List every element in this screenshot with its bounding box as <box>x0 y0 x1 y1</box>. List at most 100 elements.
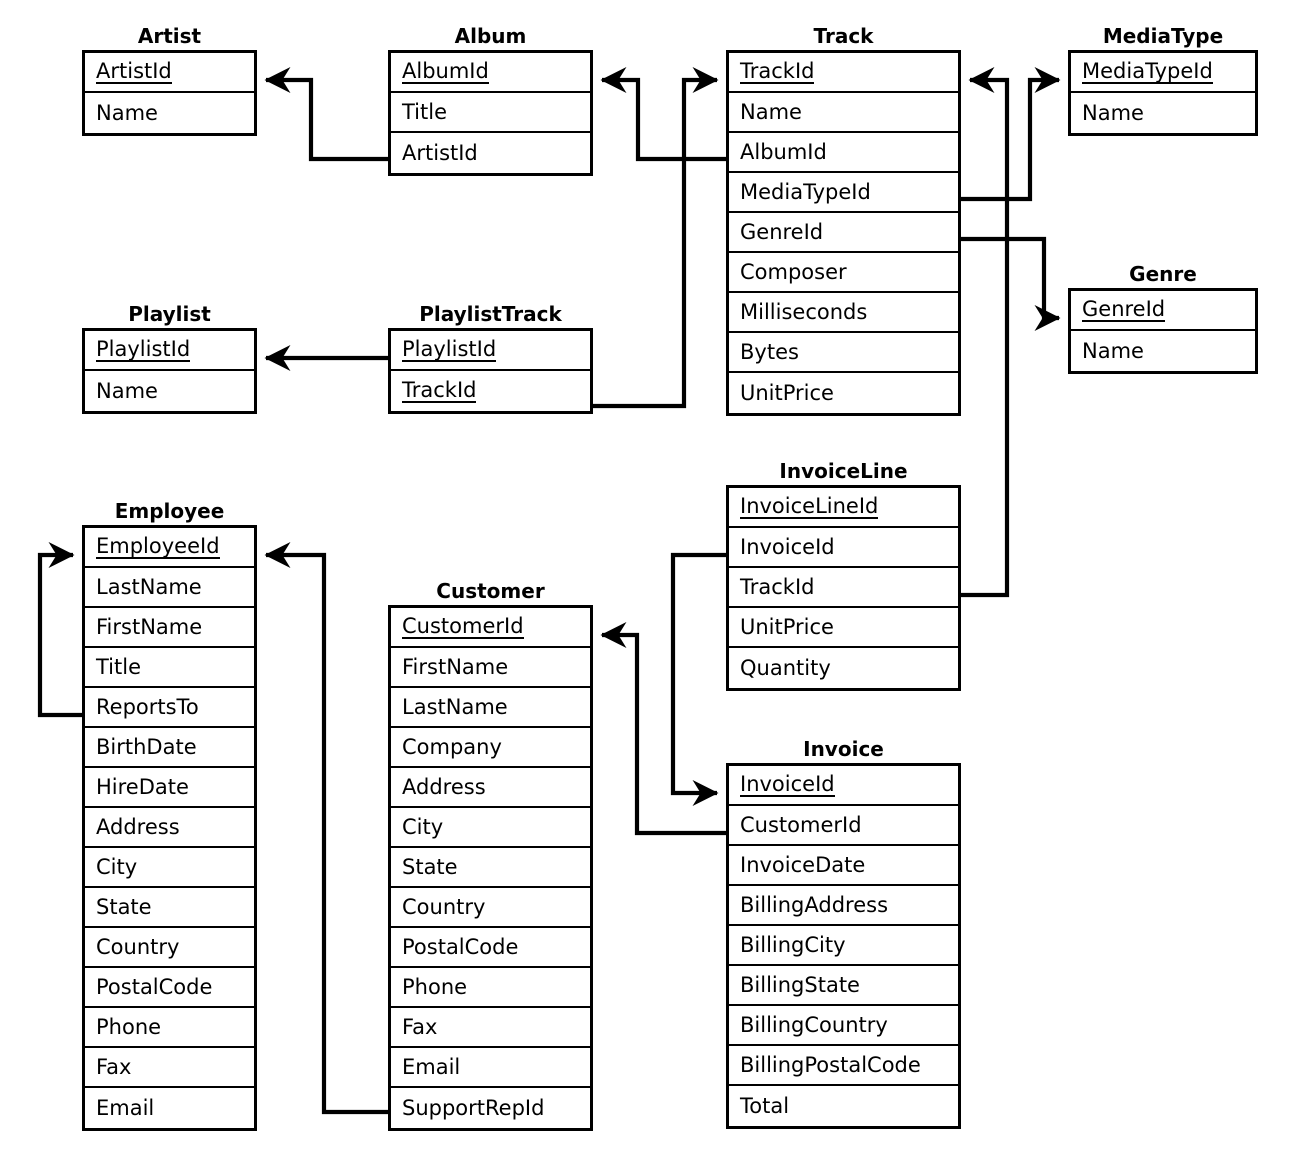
entity-title-genre: Genre <box>1129 262 1197 286</box>
edge-invoiceline-track <box>961 66 1010 598</box>
attr-customer-supportrepid[interactable]: SupportRepId <box>391 1088 590 1128</box>
attr-invoiceline-invoicelineid[interactable]: InvoiceLineId <box>729 488 958 528</box>
attr-track-bytes[interactable]: Bytes <box>729 333 958 373</box>
entity-title-customer: Customer <box>436 579 545 603</box>
attr-invoiceline-invoiceid[interactable]: InvoiceId <box>729 528 958 568</box>
entity-artist[interactable]: Artist ArtistId Name <box>82 26 257 136</box>
entity-title-invoice: Invoice <box>803 737 884 761</box>
attr-genre-genreid[interactable]: GenreId <box>1071 291 1255 331</box>
attr-invoice-billingcountry[interactable]: BillingCountry <box>729 1006 958 1046</box>
entity-customer[interactable]: Customer CustomerId FirstName LastName C… <box>388 581 593 1131</box>
entity-mediatype[interactable]: MediaType MediaTypeId Name <box>1068 26 1258 136</box>
attr-customer-state[interactable]: State <box>391 848 590 888</box>
entity-title-invoiceline: InvoiceLine <box>779 459 908 483</box>
attr-invoice-customerid[interactable]: CustomerId <box>729 806 958 846</box>
attr-track-albumid[interactable]: AlbumId <box>729 133 958 173</box>
attr-invoiceline-trackid[interactable]: TrackId <box>729 568 958 608</box>
attr-customer-country[interactable]: Country <box>391 888 590 928</box>
attr-album-artistid[interactable]: ArtistId <box>391 133 590 173</box>
attr-employee-phone[interactable]: Phone <box>85 1008 254 1048</box>
attr-track-genreid[interactable]: GenreId <box>729 213 958 253</box>
edge-customer-employee <box>264 541 388 1115</box>
entity-title-artist: Artist <box>137 24 202 48</box>
attr-employee-address[interactable]: Address <box>85 808 254 848</box>
edge-track-mediatype <box>961 66 1061 202</box>
edge-album-artist <box>264 66 388 162</box>
attr-invoice-total[interactable]: Total <box>729 1086 958 1126</box>
attr-employee-state[interactable]: State <box>85 888 254 928</box>
entity-album[interactable]: Album AlbumId Title ArtistId <box>388 26 593 176</box>
attr-artist-name[interactable]: Name <box>85 93 254 133</box>
attr-employee-birthdate[interactable]: BirthDate <box>85 728 254 768</box>
attr-employee-hiredate[interactable]: HireDate <box>85 768 254 808</box>
attr-invoiceline-quantity[interactable]: Quantity <box>729 648 958 688</box>
attr-customer-phone[interactable]: Phone <box>391 968 590 1008</box>
attr-mediatype-name[interactable]: Name <box>1071 93 1255 133</box>
attr-customer-customerid[interactable]: CustomerId <box>391 608 590 648</box>
attr-employee-title[interactable]: Title <box>85 648 254 688</box>
er-diagram-canvas: Artist ArtistId Name Album AlbumId Title… <box>0 0 1304 1166</box>
attr-invoiceline-unitprice[interactable]: UnitPrice <box>729 608 958 648</box>
attr-customer-firstname[interactable]: FirstName <box>391 648 590 688</box>
attr-track-name[interactable]: Name <box>729 93 958 133</box>
entity-box-genre: GenreId Name <box>1068 288 1258 374</box>
attr-invoice-invoiceid[interactable]: InvoiceId <box>729 766 958 806</box>
attr-playlisttrack-playlistid[interactable]: PlaylistId <box>391 331 590 371</box>
entity-employee[interactable]: Employee EmployeeId LastName FirstName T… <box>82 501 257 1131</box>
attr-invoice-invoicedate[interactable]: InvoiceDate <box>729 846 958 886</box>
attr-employee-email[interactable]: Email <box>85 1088 254 1128</box>
entity-title-playlisttrack: PlaylistTrack <box>419 302 562 326</box>
attr-track-unitprice[interactable]: UnitPrice <box>729 373 958 413</box>
attr-customer-email[interactable]: Email <box>391 1048 590 1088</box>
attr-album-title[interactable]: Title <box>391 93 590 133</box>
attr-customer-company[interactable]: Company <box>391 728 590 768</box>
entity-box-invoice: InvoiceId CustomerId InvoiceDate Billing… <box>726 763 961 1129</box>
attr-invoice-billingaddress[interactable]: BillingAddress <box>729 886 958 926</box>
entity-playlisttrack[interactable]: PlaylistTrack PlaylistId TrackId <box>388 304 593 414</box>
attr-track-mediatypeid[interactable]: MediaTypeId <box>729 173 958 213</box>
entity-title-mediatype: MediaType <box>1102 24 1224 48</box>
entity-invoice[interactable]: Invoice InvoiceId CustomerId InvoiceDate… <box>726 739 961 1129</box>
attr-employee-fax[interactable]: Fax <box>85 1048 254 1088</box>
attr-employee-lastname[interactable]: LastName <box>85 568 254 608</box>
attr-track-milliseconds[interactable]: Milliseconds <box>729 293 958 333</box>
entity-box-mediatype: MediaTypeId Name <box>1068 50 1258 136</box>
attr-mediatype-mediatypeid[interactable]: MediaTypeId <box>1071 53 1255 93</box>
attr-customer-lastname[interactable]: LastName <box>391 688 590 728</box>
attr-customer-postalcode[interactable]: PostalCode <box>391 928 590 968</box>
attr-invoice-billingcity[interactable]: BillingCity <box>729 926 958 966</box>
attr-playlist-name[interactable]: Name <box>85 371 254 411</box>
attr-track-composer[interactable]: Composer <box>729 253 958 293</box>
entity-box-employee: EmployeeId LastName FirstName Title Repo… <box>82 525 257 1131</box>
entity-playlist[interactable]: Playlist PlaylistId Name <box>82 304 257 414</box>
attr-artist-artistid[interactable]: ArtistId <box>85 53 254 93</box>
attr-employee-reportsto[interactable]: ReportsTo <box>85 688 254 728</box>
attr-playlisttrack-trackid[interactable]: TrackId <box>391 371 590 411</box>
attr-employee-country[interactable]: Country <box>85 928 254 968</box>
attr-customer-fax[interactable]: Fax <box>391 1008 590 1048</box>
entity-genre[interactable]: Genre GenreId Name <box>1068 264 1258 374</box>
entity-title-album: Album <box>454 24 527 48</box>
attr-employee-employeeid[interactable]: EmployeeId <box>85 528 254 568</box>
entity-invoiceline[interactable]: InvoiceLine InvoiceLineId InvoiceId Trac… <box>726 461 961 691</box>
attr-employee-firstname[interactable]: FirstName <box>85 608 254 648</box>
entity-box-artist: ArtistId Name <box>82 50 257 136</box>
attr-employee-postalcode[interactable]: PostalCode <box>85 968 254 1008</box>
entity-track[interactable]: Track TrackId Name AlbumId MediaTypeId G… <box>726 26 961 416</box>
attr-album-albumid[interactable]: AlbumId <box>391 53 590 93</box>
edge-track-genre <box>961 236 1061 332</box>
edge-playlisttrack-track <box>593 66 719 409</box>
entity-box-track: TrackId Name AlbumId MediaTypeId GenreId… <box>726 50 961 416</box>
attr-track-trackid[interactable]: TrackId <box>729 53 958 93</box>
attr-playlist-playlistid[interactable]: PlaylistId <box>85 331 254 371</box>
attr-invoice-billingpostalcode[interactable]: BillingPostalCode <box>729 1046 958 1086</box>
attr-employee-city[interactable]: City <box>85 848 254 888</box>
edge-invoice-customer <box>600 621 726 836</box>
attr-genre-name[interactable]: Name <box>1071 331 1255 371</box>
entity-box-customer: CustomerId FirstName LastName Company Ad… <box>388 605 593 1131</box>
attr-customer-city[interactable]: City <box>391 808 590 848</box>
entity-title-employee: Employee <box>114 499 225 523</box>
attr-invoice-billingstate[interactable]: BillingState <box>729 966 958 1006</box>
edge-employee-employee <box>37 541 82 718</box>
attr-customer-address[interactable]: Address <box>391 768 590 808</box>
